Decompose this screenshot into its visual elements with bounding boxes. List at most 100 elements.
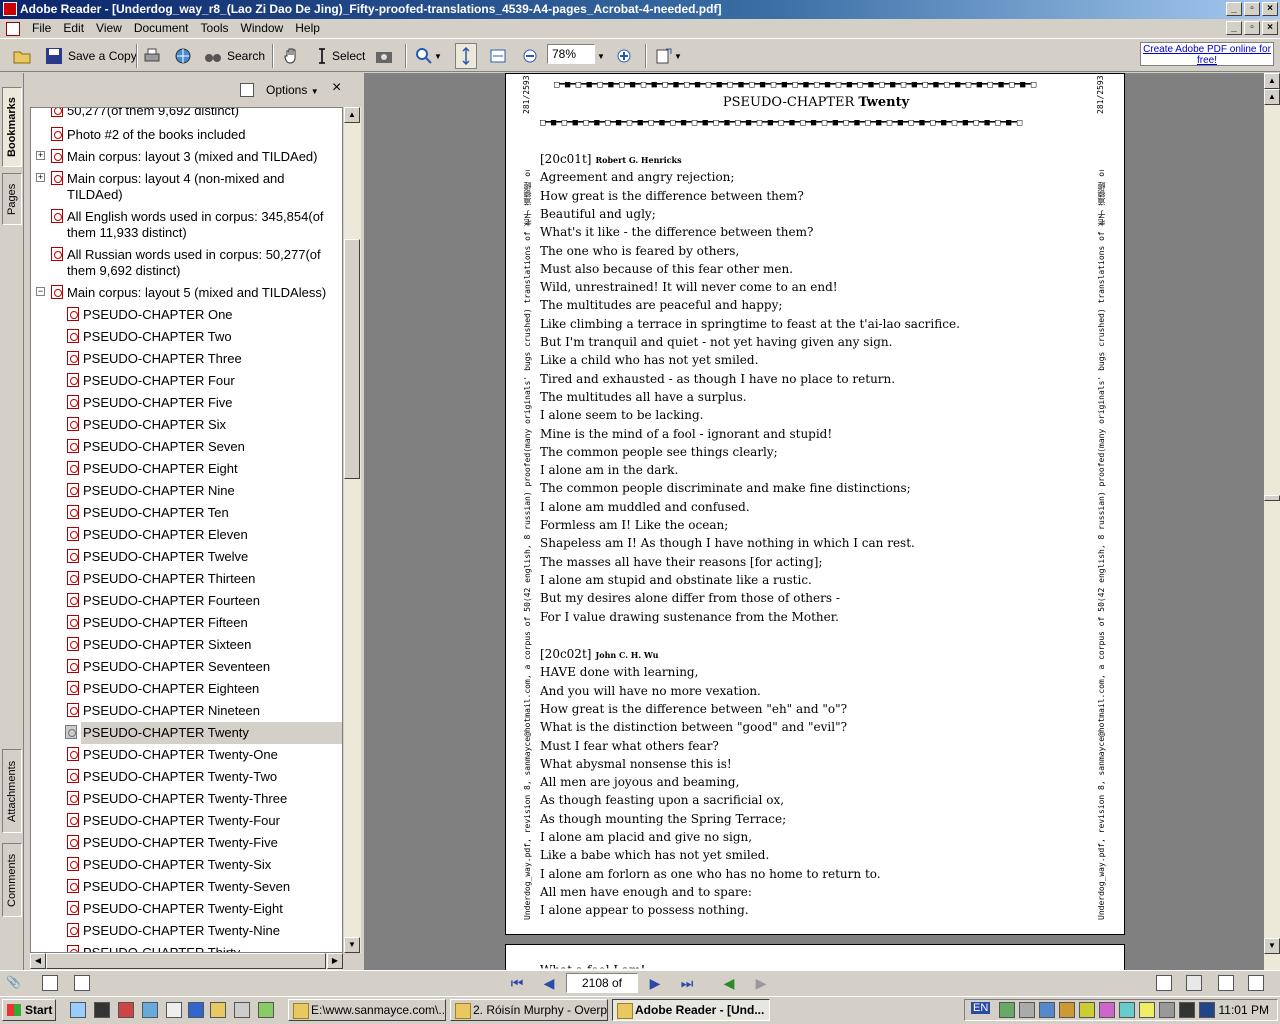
bookmark-item[interactable]: PSEUDO-CHAPTER Eighteen — [31, 678, 342, 700]
doc-close-button[interactable]: × — [1262, 21, 1278, 35]
fit-page-button[interactable] — [455, 43, 477, 69]
menu-window[interactable]: Window — [235, 19, 290, 38]
bookmark-item[interactable]: 50,277(of them 9,692 distinct) — [31, 108, 342, 122]
snapshot-button[interactable] — [374, 43, 394, 69]
folder-icon[interactable] — [210, 1002, 226, 1018]
bookmark-item[interactable]: PSEUDO-CHAPTER Twenty-Seven — [31, 876, 342, 898]
tray-icon[interactable] — [1139, 1002, 1155, 1018]
bookmark-item[interactable]: PSEUDO-CHAPTER Twenty-One — [31, 744, 342, 766]
bookmark-item[interactable]: PSEUDO-CHAPTER Four — [31, 370, 342, 392]
notepad-icon[interactable] — [166, 1002, 182, 1018]
first-page-button[interactable]: ⏮ — [508, 975, 526, 991]
paperclip-icon[interactable]: 📎 — [6, 975, 22, 991]
doc-scroll-up-button[interactable]: ▲ — [1264, 73, 1280, 89]
bookmark-item[interactable]: PSEUDO-CHAPTER Twenty-Three — [31, 788, 342, 810]
bookmarks-hscrollbar[interactable]: ◀ ▶ — [30, 953, 343, 970]
taskbar-button[interactable]: E:\www.sanmayce.com\... — [288, 999, 446, 1021]
tab-attachments[interactable]: Attachments — [2, 749, 22, 833]
scroll-up-button[interactable]: ▲ — [344, 107, 360, 123]
search-button[interactable]: Search — [203, 43, 265, 69]
app-icon[interactable] — [258, 1002, 274, 1018]
scroll-thumb[interactable] — [344, 239, 360, 479]
bookmark-item[interactable]: PSEUDO-CHAPTER Twelve — [31, 546, 342, 568]
page-number-input[interactable]: 2108 of 4539 — [566, 973, 638, 1008]
bookmark-item[interactable]: PSEUDO-CHAPTER Thirteen — [31, 568, 342, 590]
fit-width-button[interactable] — [488, 43, 508, 69]
app-icon[interactable] — [142, 1002, 158, 1018]
menu-tools[interactable]: Tools — [195, 19, 235, 38]
facing-icon[interactable] — [1218, 975, 1234, 991]
chevron-down-icon[interactable]: ▼ — [434, 52, 442, 61]
bookmark-item[interactable]: PSEUDO-CHAPTER Nineteen — [31, 700, 342, 722]
scroll-right-button[interactable]: ▶ — [327, 953, 343, 969]
bookmark-item[interactable]: PSEUDO-CHAPTER Eleven — [31, 524, 342, 546]
zoom-in-tool-button[interactable]: ▼ — [414, 43, 442, 69]
bookmark-item[interactable]: All English words used in corpus: 345,85… — [31, 206, 342, 244]
doc-scroll-down-button[interactable]: ▼ — [1264, 938, 1280, 954]
close-panel-button[interactable]: × — [332, 79, 341, 97]
zoom-input[interactable]: 78% — [547, 44, 595, 64]
ie-icon[interactable] — [70, 1002, 86, 1018]
bookmark-item[interactable]: + Main corpus: layout 3 (mixed and TILDAe… — [31, 146, 342, 168]
tray-icon[interactable] — [1119, 1002, 1135, 1018]
tray-icon[interactable] — [1179, 1002, 1195, 1018]
save-copy-button[interactable]: Save a Copy — [44, 43, 137, 69]
doc-minimize-button[interactable]: _ — [1226, 21, 1242, 35]
tray-icon[interactable] — [1079, 1002, 1095, 1018]
bookmark-item[interactable]: PSEUDO-CHAPTER Ten — [31, 502, 342, 524]
document-icon[interactable] — [6, 21, 20, 36]
email-button[interactable] — [173, 43, 193, 69]
doc-scroll-thumb[interactable] — [1264, 495, 1280, 501]
zoom-dropdown-arrow[interactable]: ▼ — [597, 43, 605, 69]
minimize-button[interactable]: _ — [1226, 2, 1242, 16]
word-icon[interactable] — [188, 1002, 204, 1018]
bookmark-item[interactable]: PSEUDO-CHAPTER Fourteen — [31, 590, 342, 612]
create-pdf-online-link[interactable]: Create Adobe PDF online for free! — [1140, 42, 1274, 66]
bookmark-item[interactable]: PSEUDO-CHAPTER Nine — [31, 480, 342, 502]
bookmark-item[interactable]: PSEUDO-CHAPTER Twenty-Nine — [31, 920, 342, 942]
taskbar-button[interactable]: 2. Róisín Murphy - Overp... — [450, 999, 608, 1021]
bookmark-item[interactable]: PSEUDO-CHAPTER Two — [31, 326, 342, 348]
select-tool-button[interactable]: Select — [312, 43, 365, 69]
menu-help[interactable]: Help — [289, 19, 326, 38]
next-page-button[interactable]: ▶ — [646, 975, 664, 991]
bookmark-item[interactable]: PSEUDO-CHAPTER Twenty-Five — [31, 832, 342, 854]
tray-icon[interactable] — [1019, 1002, 1035, 1018]
bookmark-item[interactable]: PSEUDO-CHAPTER Twenty-Two — [31, 766, 342, 788]
scroll-left-button[interactable]: ◀ — [30, 953, 46, 969]
document-view[interactable]: 281/2593 281/2593 □━■━□━■━□━■━□━■━□━■━□━… — [364, 73, 1264, 970]
bookmark-item[interactable]: PSEUDO-CHAPTER Twenty-Six — [31, 854, 342, 876]
bookmark-item[interactable]: All Russian words used in corpus: 50,277… — [31, 244, 342, 282]
tab-comments[interactable]: Comments — [2, 843, 22, 917]
menu-file[interactable]: File — [26, 19, 57, 38]
bookmark-item[interactable]: + Main corpus: layout 4 (non-mixed and TI… — [31, 168, 342, 206]
rotate-view-button[interactable]: ▼ — [654, 43, 682, 69]
go-back-button[interactable]: ◀ — [720, 975, 738, 991]
bookmark-item[interactable]: PSEUDO-CHAPTER Six — [31, 414, 342, 436]
bookmarks-scrollbar[interactable]: ▲ ▼ — [344, 107, 361, 953]
zoom-out-button[interactable] — [520, 43, 540, 69]
tab-bookmarks[interactable]: Bookmarks — [2, 87, 22, 167]
start-button[interactable]: Start — [2, 999, 56, 1021]
bookmark-item[interactable]: PSEUDO-CHAPTER Seventeen — [31, 656, 342, 678]
maximize-button[interactable]: ▫ — [1244, 2, 1260, 16]
chevron-down-icon[interactable]: ▼ — [674, 52, 682, 61]
single-page-icon[interactable] — [1156, 975, 1172, 991]
bookmark-item[interactable]: PSEUDO-CHAPTER Eight — [31, 458, 342, 480]
menu-edit[interactable]: Edit — [57, 19, 90, 38]
close-button[interactable]: × — [1262, 2, 1278, 16]
app-icon[interactable] — [118, 1002, 134, 1018]
previous-page-button[interactable]: ◀ — [540, 975, 558, 991]
print-button[interactable] — [142, 43, 162, 69]
expand-icon[interactable]: + — [36, 151, 45, 160]
tray-icon[interactable] — [1199, 1002, 1215, 1018]
taskbar-button[interactable]: Adobe Reader - [Und... — [612, 999, 770, 1021]
scroll-down-button[interactable]: ▼ — [344, 937, 360, 953]
tray-icon[interactable] — [1039, 1002, 1055, 1018]
collapse-icon[interactable]: − — [36, 287, 45, 296]
tab-pages[interactable]: Pages — [2, 173, 22, 225]
hand-tool-button[interactable] — [282, 43, 302, 69]
language-indicator[interactable]: EN — [971, 1002, 991, 1014]
doc-restore-button[interactable]: ▫ — [1244, 21, 1260, 35]
doc-properties-icon[interactable] — [42, 975, 58, 991]
